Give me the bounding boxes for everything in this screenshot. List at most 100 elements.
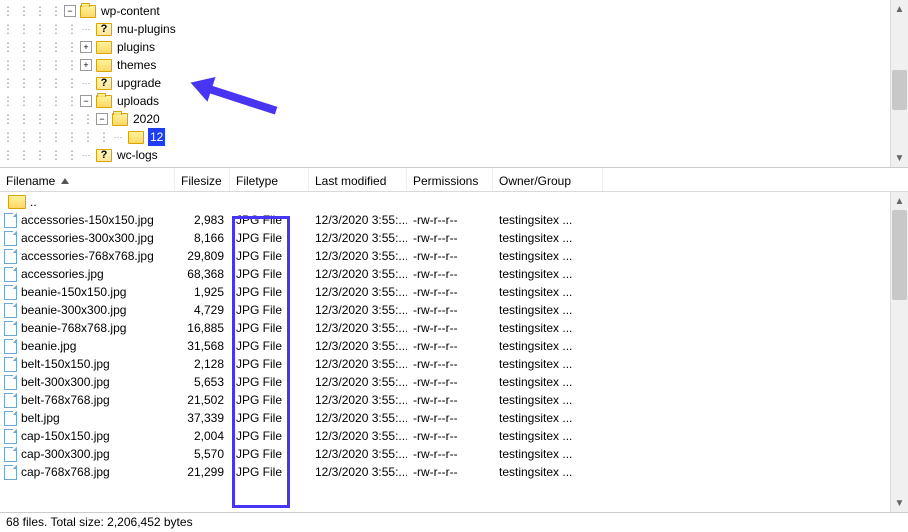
file-permissions: -rw-r--r-- xyxy=(407,213,493,227)
tree-indent-line: ⋮ xyxy=(32,56,48,74)
file-permissions: -rw-r--r-- xyxy=(407,321,493,335)
file-row[interactable]: beanie-150x150.jpg1,925JPG File12/3/2020… xyxy=(0,283,908,301)
file-list-rows[interactable]: ..accessories-150x150.jpg2,983JPG File12… xyxy=(0,192,908,481)
file-type: JPG File xyxy=(230,429,309,443)
folder-icon xyxy=(96,59,112,72)
list-scrollbar[interactable]: ▲ ▼ xyxy=(890,192,908,512)
file-size: 31,568 xyxy=(175,339,230,353)
tree-indent-line: ⋮ xyxy=(0,92,16,110)
parent-directory-row[interactable]: .. xyxy=(0,193,908,211)
tree-connector-icon: ⋯ xyxy=(80,149,92,161)
file-modified: 12/3/2020 3:55:... xyxy=(309,447,407,461)
file-permissions: -rw-r--r-- xyxy=(407,393,493,407)
file-row[interactable]: cap-150x150.jpg2,004JPG File12/3/2020 3:… xyxy=(0,427,908,445)
tree-item[interactable]: ⋮⋮⋮⋮⋮⋯?upgrade xyxy=(0,74,908,92)
file-name: accessories-768x768.jpg xyxy=(21,249,154,263)
file-icon xyxy=(4,375,17,390)
tree-item[interactable]: ⋮⋮⋮⋮⋮⋮−2020 xyxy=(0,110,908,128)
tree-item[interactable]: ⋮⋮⋮⋮⋮+themes xyxy=(0,56,908,74)
file-icon xyxy=(4,465,17,480)
file-row[interactable]: accessories.jpg68,368JPG File12/3/2020 3… xyxy=(0,265,908,283)
file-modified: 12/3/2020 3:55:... xyxy=(309,267,407,281)
file-list-pane: Filename Filesize Filetype Last modified… xyxy=(0,168,908,532)
file-row[interactable]: beanie.jpg31,568JPG File12/3/2020 3:55:.… xyxy=(0,337,908,355)
tree-item-label: themes xyxy=(116,56,157,74)
scroll-track[interactable] xyxy=(891,18,908,149)
scroll-track[interactable] xyxy=(891,210,908,494)
tree-item[interactable]: ⋮⋮⋮⋮⋮⋯?wc-logs xyxy=(0,146,908,164)
scroll-up-icon[interactable]: ▲ xyxy=(891,0,908,18)
file-permissions: -rw-r--r-- xyxy=(407,411,493,425)
file-row[interactable]: belt-300x300.jpg5,653JPG File12/3/2020 3… xyxy=(0,373,908,391)
sort-ascending-icon xyxy=(61,178,69,184)
expander-plus-icon[interactable]: + xyxy=(80,59,92,71)
column-header-last-modified[interactable]: Last modified xyxy=(309,168,407,191)
directory-tree[interactable]: ⋮⋮⋮⋮−wp-content⋮⋮⋮⋮⋮⋯?mu-plugins⋮⋮⋮⋮⋮+pl… xyxy=(0,0,908,168)
tree-item[interactable]: ⋮⋮⋮⋮⋮⋮⋮⋯12 xyxy=(0,128,908,146)
file-row[interactable]: accessories-150x150.jpg2,983JPG File12/3… xyxy=(0,211,908,229)
tree-indent-line: ⋮ xyxy=(16,56,32,74)
file-icon xyxy=(4,411,17,426)
file-owner: testingsitex ... xyxy=(493,267,603,281)
file-row[interactable]: accessories-300x300.jpg8,166JPG File12/3… xyxy=(0,229,908,247)
file-type: JPG File xyxy=(230,411,309,425)
column-header-filesize[interactable]: Filesize xyxy=(175,168,230,191)
folder-question-icon: ? xyxy=(96,77,112,90)
tree-indent-line: ⋮ xyxy=(48,92,64,110)
file-row[interactable]: belt.jpg37,339JPG File12/3/2020 3:55:...… xyxy=(0,409,908,427)
file-modified: 12/3/2020 3:55:... xyxy=(309,429,407,443)
file-name: beanie-300x300.jpg xyxy=(21,303,126,317)
question-mark-icon: ? xyxy=(97,78,111,89)
folder-open-icon xyxy=(80,5,96,18)
file-row[interactable]: cap-768x768.jpg21,299JPG File12/3/2020 3… xyxy=(0,463,908,481)
column-header-filetype[interactable]: Filetype xyxy=(230,168,309,191)
tree-item-label: mu-plugins xyxy=(116,20,177,38)
tree-item[interactable]: ⋮⋮⋮⋮⋮⋯?mu-plugins xyxy=(0,20,908,38)
file-name: accessories-150x150.jpg xyxy=(21,213,154,227)
tree-item[interactable]: ⋮⋮⋮⋮⋮+plugins xyxy=(0,38,908,56)
file-modified: 12/3/2020 3:55:... xyxy=(309,393,407,407)
tree-indent-line: ⋮ xyxy=(0,20,16,38)
expander-minus-icon[interactable]: − xyxy=(64,5,76,17)
file-modified: 12/3/2020 3:55:... xyxy=(309,231,407,245)
tree-indent-line: ⋮ xyxy=(48,110,64,128)
expander-minus-icon[interactable]: − xyxy=(80,95,92,107)
file-type: JPG File xyxy=(230,249,309,263)
scroll-down-icon[interactable]: ▼ xyxy=(891,149,908,167)
column-header-filename[interactable]: Filename xyxy=(0,168,175,191)
file-name: cap-768x768.jpg xyxy=(21,465,110,479)
tree-indent-line: ⋮ xyxy=(64,146,80,164)
file-row[interactable]: cap-300x300.jpg5,570JPG File12/3/2020 3:… xyxy=(0,445,908,463)
tree-indent-line: ⋮ xyxy=(64,92,80,110)
column-header-permissions[interactable]: Permissions xyxy=(407,168,493,191)
file-icon xyxy=(4,393,17,408)
tree-indent-line: ⋮ xyxy=(48,74,64,92)
file-name: cap-150x150.jpg xyxy=(21,429,110,443)
file-type: JPG File xyxy=(230,285,309,299)
file-row[interactable]: belt-150x150.jpg2,128JPG File12/3/2020 3… xyxy=(0,355,908,373)
file-type: JPG File xyxy=(230,339,309,353)
folder-icon xyxy=(96,41,112,54)
tree-indent-line: ⋮ xyxy=(80,110,96,128)
expander-minus-icon[interactable]: − xyxy=(96,113,108,125)
file-row[interactable]: beanie-300x300.jpg4,729JPG File12/3/2020… xyxy=(0,301,908,319)
scroll-thumb[interactable] xyxy=(892,70,907,110)
file-size: 2,983 xyxy=(175,213,230,227)
scroll-down-icon[interactable]: ▼ xyxy=(891,494,908,512)
column-header-owner-group[interactable]: Owner/Group xyxy=(493,168,603,191)
tree-indent-line: ⋮ xyxy=(64,128,80,146)
tree-item[interactable]: ⋮⋮⋮⋮−wp-content xyxy=(0,2,908,20)
tree-indent-line: ⋮ xyxy=(16,38,32,56)
file-icon xyxy=(4,249,17,264)
scroll-up-icon[interactable]: ▲ xyxy=(891,192,908,210)
file-row[interactable]: accessories-768x768.jpg29,809JPG File12/… xyxy=(0,247,908,265)
file-row[interactable]: belt-768x768.jpg21,502JPG File12/3/2020 … xyxy=(0,391,908,409)
file-icon xyxy=(4,429,17,444)
file-row[interactable]: beanie-768x768.jpg16,885JPG File12/3/202… xyxy=(0,319,908,337)
scroll-thumb[interactable] xyxy=(892,210,907,300)
header-label: Filename xyxy=(6,174,55,188)
tree-item[interactable]: ⋮⋮⋮⋮⋮−uploads xyxy=(0,92,908,110)
expander-plus-icon[interactable]: + xyxy=(80,41,92,53)
header-label: Owner/Group xyxy=(499,174,571,188)
tree-scrollbar[interactable]: ▲ ▼ xyxy=(890,0,908,167)
